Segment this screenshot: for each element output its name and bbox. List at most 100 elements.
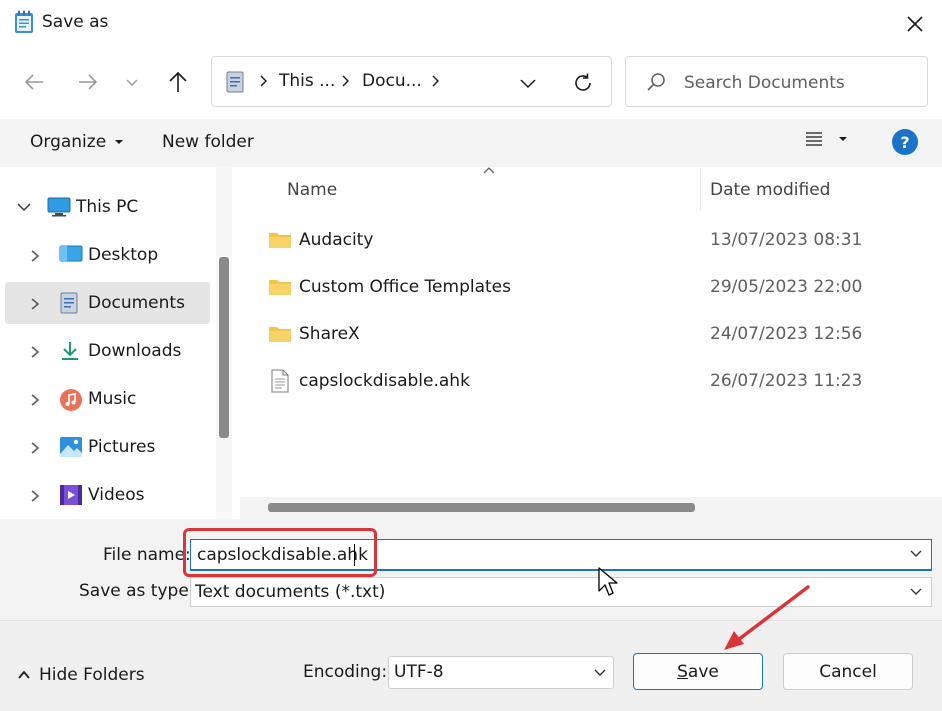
cancel-button[interactable]: Cancel bbox=[783, 653, 913, 690]
save-button[interactable]: Save bbox=[633, 653, 763, 690]
recent-locations-button[interactable] bbox=[112, 62, 152, 102]
folder-icon bbox=[268, 277, 292, 297]
refresh-button[interactable] bbox=[568, 69, 598, 97]
notepad-icon bbox=[14, 10, 34, 34]
caret-down-icon bbox=[839, 137, 847, 141]
horizontal-scrollbar-thumb[interactable] bbox=[268, 503, 695, 512]
breadcrumb-chevron-icon bbox=[430, 74, 440, 88]
arrow-up-icon bbox=[169, 71, 187, 92]
window-title: Save as bbox=[42, 12, 109, 32]
close-button[interactable] bbox=[896, 6, 934, 42]
save-as-type-select[interactable]: Text documents (*.txt) bbox=[190, 577, 932, 607]
file-date: 24/07/2023 12:56 bbox=[710, 324, 863, 344]
nav-item-label: This PC bbox=[76, 197, 139, 217]
desktop-icon bbox=[59, 244, 83, 264]
nav-item-label: Music bbox=[88, 389, 137, 409]
mouse-pointer-icon bbox=[598, 567, 618, 597]
sort-ascending-icon bbox=[483, 166, 495, 174]
music-icon bbox=[59, 388, 83, 412]
chevron-right-icon[interactable] bbox=[30, 393, 40, 407]
annotation-arrow-icon bbox=[720, 584, 812, 654]
file-row[interactable]: ShareX 24/07/2023 12:56 bbox=[262, 314, 932, 358]
caret-down-icon bbox=[115, 140, 124, 144]
nav-item-label: Videos bbox=[88, 485, 145, 505]
text-file-icon bbox=[271, 369, 289, 393]
search-box[interactable] bbox=[625, 56, 928, 107]
file-name: capslockdisable.ahk bbox=[299, 371, 470, 391]
encoding-value: UTF-8 bbox=[394, 662, 444, 682]
file-row[interactable]: Custom Office Templates 29/05/2023 22:00 bbox=[262, 267, 932, 311]
question-mark-icon: ? bbox=[900, 132, 910, 152]
save-as-type-label: Save as type: bbox=[79, 581, 195, 601]
address-bar[interactable]: This ... Docu... bbox=[211, 56, 612, 107]
folder-icon bbox=[268, 230, 292, 250]
folder-icon bbox=[268, 324, 292, 344]
file-row[interactable]: capslockdisable.ahk 26/07/2023 11:23 bbox=[262, 361, 932, 405]
chevron-down-icon bbox=[520, 79, 536, 89]
chevron-down-icon bbox=[126, 79, 138, 86]
chevron-right-icon[interactable] bbox=[30, 297, 40, 311]
forward-button[interactable] bbox=[68, 62, 108, 102]
save-accelerator: S bbox=[677, 661, 688, 682]
refresh-icon bbox=[575, 73, 591, 91]
save-as-type-value: Text documents (*.txt) bbox=[195, 582, 386, 602]
downloads-icon bbox=[59, 340, 81, 362]
title-bar bbox=[0, 0, 942, 48]
nav-item-label: Desktop bbox=[88, 245, 159, 265]
nav-item-desktop[interactable]: Desktop bbox=[0, 234, 210, 276]
close-icon bbox=[907, 16, 923, 32]
nav-item-label: Downloads bbox=[88, 341, 182, 361]
chevron-right-icon[interactable] bbox=[30, 345, 40, 359]
up-button[interactable] bbox=[158, 62, 198, 102]
file-name-label: File name: bbox=[103, 545, 191, 565]
encoding-label: Encoding: bbox=[303, 662, 388, 682]
chevron-up-icon bbox=[18, 670, 30, 679]
nav-item-documents[interactable]: Documents bbox=[5, 282, 210, 324]
back-button[interactable] bbox=[14, 62, 54, 102]
nav-item-music[interactable]: Music bbox=[0, 378, 210, 420]
column-header-date[interactable]: Date modified bbox=[710, 180, 830, 200]
breadcrumb-this-pc[interactable]: This ... bbox=[279, 71, 335, 91]
documents-icon bbox=[59, 292, 79, 314]
hide-folders-label: Hide Folders bbox=[39, 665, 145, 685]
navigation-pane: This PC Desktop Documents Downloads Musi… bbox=[0, 167, 232, 519]
chevron-down-icon[interactable] bbox=[16, 202, 32, 212]
hide-folders-button[interactable]: Hide Folders bbox=[17, 665, 145, 685]
organize-button[interactable]: Organize bbox=[30, 132, 124, 152]
file-row[interactable]: Audacity 13/07/2023 08:31 bbox=[262, 220, 932, 264]
nav-item-videos[interactable]: Videos bbox=[0, 474, 210, 516]
encoding-select[interactable]: UTF-8 bbox=[388, 656, 614, 689]
chevron-right-icon[interactable] bbox=[30, 489, 40, 503]
nav-item-this-pc[interactable]: This PC bbox=[0, 186, 210, 228]
chevron-right-icon[interactable] bbox=[30, 249, 40, 263]
breadcrumb-documents[interactable]: Docu... bbox=[362, 71, 422, 91]
videos-icon bbox=[59, 484, 83, 506]
new-folder-button[interactable]: New folder bbox=[162, 132, 254, 152]
chevron-down-icon[interactable] bbox=[909, 549, 923, 559]
chevron-right-icon[interactable] bbox=[30, 441, 40, 455]
search-icon bbox=[646, 72, 666, 92]
column-divider[interactable] bbox=[700, 168, 701, 210]
annotation-highlight-box bbox=[183, 528, 377, 577]
help-button[interactable]: ? bbox=[892, 129, 918, 155]
chevron-down-icon bbox=[909, 587, 923, 597]
nav-item-pictures[interactable]: Pictures bbox=[0, 426, 210, 468]
arrow-left-icon bbox=[24, 74, 43, 90]
arrow-right-icon bbox=[79, 74, 98, 90]
this-pc-icon bbox=[47, 197, 71, 217]
save-label: ave bbox=[687, 661, 719, 682]
pictures-icon bbox=[59, 436, 83, 458]
chevron-down-icon bbox=[593, 668, 607, 678]
breadcrumb-chevron-icon bbox=[258, 74, 268, 88]
nav-item-downloads[interactable]: Downloads bbox=[0, 330, 210, 372]
file-date: 13/07/2023 08:31 bbox=[710, 230, 863, 250]
list-view-icon bbox=[806, 132, 822, 146]
view-options-button[interactable] bbox=[804, 130, 848, 148]
address-history-button[interactable] bbox=[514, 71, 542, 95]
file-name: ShareX bbox=[299, 324, 360, 344]
column-header-name[interactable]: Name bbox=[287, 180, 337, 200]
search-input[interactable] bbox=[684, 69, 914, 97]
file-date: 26/07/2023 11:23 bbox=[710, 371, 863, 391]
nav-item-label: Documents bbox=[88, 293, 185, 313]
nav-scrollbar-thumb[interactable] bbox=[219, 257, 229, 438]
